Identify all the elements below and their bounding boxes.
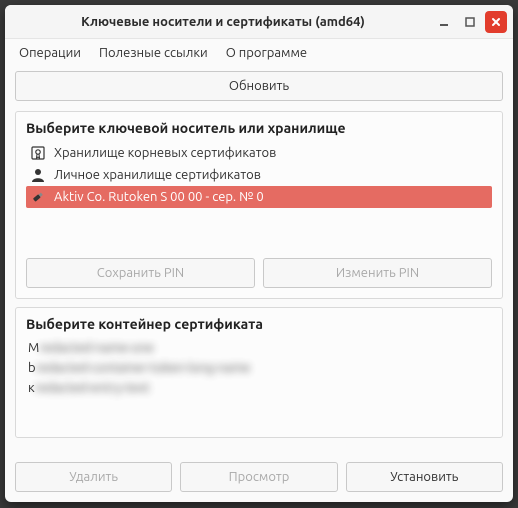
change-pin-label: Изменить PIN [336,266,419,280]
window-title: Ключевые носители и сертификаты (amd64) [17,15,429,29]
change-pin-button[interactable]: Изменить PIN [263,258,492,288]
menubar: Операции Полезные ссылки О программе [5,39,513,67]
maximize-icon [465,17,475,27]
view-button[interactable]: Просмотр [180,462,337,492]
maximize-button[interactable] [459,11,481,33]
delete-button[interactable]: Удалить [15,462,172,492]
cert-prefix: к [28,381,35,395]
pin-button-row: Сохранить PIN Изменить PIN [26,258,492,288]
cert-container-row[interactable]: Mredacted-name-one [26,338,492,358]
certificate-store-icon [30,145,46,161]
view-button-label: Просмотр [229,470,290,484]
storage-panel: Выберите ключевой носитель или хранилище… [15,111,503,299]
menu-useful-links[interactable]: Полезные ссылки [99,46,208,60]
storage-item-root[interactable]: Хранилище корневых сертификатов [26,142,492,164]
content-area: Обновить Выберите ключевой носитель или … [5,67,513,456]
storage-item-label: Aktiv Co. Rutoken S 00 00 - сер. № 0 [54,190,264,204]
storage-item-label: Хранилище корневых сертификатов [54,146,276,160]
cert-redacted: redacted-entry-text [35,381,150,395]
save-pin-label: Сохранить PIN [97,266,184,280]
menu-operations[interactable]: Операции [19,46,81,60]
container-panel-title: Выберите контейнер сертификата [26,316,492,332]
cert-prefix: M [28,341,39,355]
minimize-button[interactable] [433,11,455,33]
refresh-button[interactable]: Обновить [15,71,503,101]
cert-container-row[interactable]: bredacted-container-token-long-name [26,358,492,378]
storage-item-personal[interactable]: Личное хранилище сертификатов [26,164,492,186]
storage-item-rutoken[interactable]: Aktiv Co. Rutoken S 00 00 - сер. № 0 [26,186,492,208]
refresh-button-label: Обновить [229,79,289,93]
cert-prefix: b [28,361,36,375]
bottom-button-row: Удалить Просмотр Установить [5,456,513,502]
storage-panel-title: Выберите ключевой носитель или хранилище [26,120,492,136]
delete-button-label: Удалить [69,470,118,484]
menu-about[interactable]: О программе [226,46,307,60]
user-icon [30,167,46,183]
install-button-label: Установить [390,470,458,484]
save-pin-button[interactable]: Сохранить PIN [26,258,255,288]
app-window: Ключевые носители и сертификаты (amd64) … [5,5,513,502]
usb-token-icon [30,189,46,205]
close-button[interactable] [485,11,507,33]
storage-item-label: Личное хранилище сертификатов [54,168,261,182]
cert-redacted: redacted-name-one [39,341,154,355]
container-panel: Выберите контейнер сертификата Mredacted… [15,307,503,438]
titlebar: Ключевые носители и сертификаты (amd64) [5,5,513,39]
cert-redacted: redacted-container-token-long-name [36,361,251,375]
close-icon [491,17,501,27]
cert-container-row[interactable]: кredacted-entry-text [26,378,492,398]
install-button[interactable]: Установить [346,462,503,492]
minimize-icon [439,17,449,27]
